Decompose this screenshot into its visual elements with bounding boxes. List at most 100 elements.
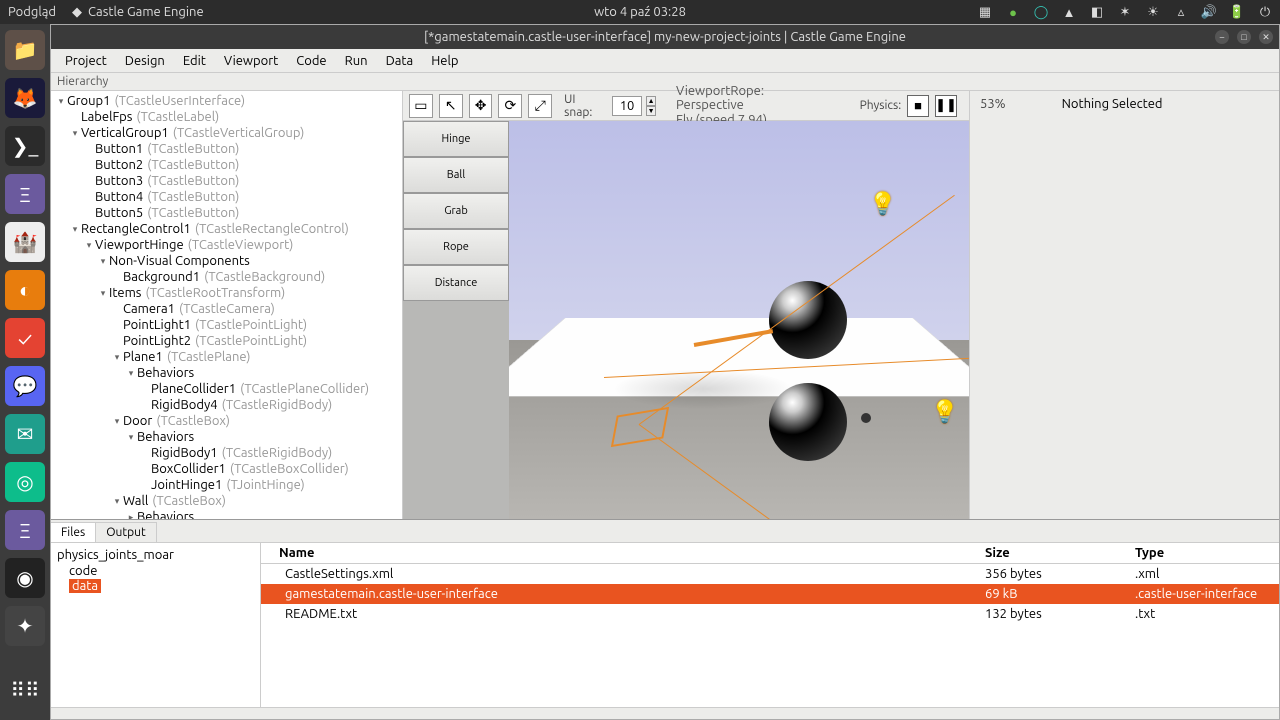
tree-expander-icon[interactable]: ▾: [69, 224, 81, 235]
file-list-header[interactable]: Name Size Type: [261, 543, 1279, 564]
tree-expander-icon[interactable]: ▾: [125, 368, 137, 379]
vp-button-grab[interactable]: Grab: [403, 193, 509, 229]
tree-expander-icon[interactable]: ▾: [83, 240, 95, 251]
tree-expander-icon[interactable]: ▾: [69, 128, 81, 139]
tree-node[interactable]: Button3(TCastleButton): [51, 173, 402, 189]
tree-node[interactable]: ▾Behaviors: [51, 429, 402, 445]
dock-emacs[interactable]: Ξ: [5, 174, 45, 214]
network-icon[interactable]: ▵: [1174, 5, 1188, 19]
dock-blender[interactable]: ◐: [5, 270, 45, 310]
tree-node[interactable]: RigidBody1(TCastleRigidBody): [51, 445, 402, 461]
dock-cge[interactable]: 🏰: [5, 222, 45, 262]
tray-icon[interactable]: ✶: [1118, 5, 1132, 19]
menu-run[interactable]: Run: [337, 51, 376, 71]
tree-node[interactable]: ▾Non-Visual Components: [51, 253, 402, 269]
col-size[interactable]: Size: [979, 543, 1129, 563]
dock-thunderbird[interactable]: ✉: [5, 414, 45, 454]
directory-tree[interactable]: physics_joints_moar code data: [51, 543, 261, 707]
menu-project[interactable]: Project: [57, 51, 115, 71]
tree-node[interactable]: Button4(TCastleButton): [51, 189, 402, 205]
tree-node[interactable]: BoxCollider1(TCastleBoxCollider): [51, 461, 402, 477]
uisnap-down[interactable]: ▼: [646, 106, 656, 116]
dock-obs[interactable]: ◉: [5, 558, 45, 598]
tree-expander-icon[interactable]: ▾: [125, 432, 137, 443]
dock-element[interactable]: ◎: [5, 462, 45, 502]
tray-icon[interactable]: ◧: [1090, 5, 1104, 19]
dir-root[interactable]: physics_joints_moar: [55, 547, 256, 563]
tree-node[interactable]: ▾Items(TCastleRootTransform): [51, 285, 402, 301]
tray-icon[interactable]: ◯: [1034, 5, 1048, 19]
vp-button-distance[interactable]: Distance: [403, 265, 509, 301]
power-icon[interactable]: ⏻: [1258, 5, 1272, 19]
minimize-button[interactable]: –: [1215, 30, 1229, 44]
tree-expander-icon[interactable]: ▾: [97, 288, 109, 299]
dock-apps-grid[interactable]: ⠿⠿: [5, 670, 45, 710]
file-row[interactable]: README.txt132 bytes.txt: [261, 604, 1279, 624]
close-button[interactable]: ✕: [1259, 30, 1273, 44]
uisnap-input[interactable]: [612, 96, 642, 116]
tree-node[interactable]: ▾RectangleControl1(TCastleRectangleContr…: [51, 221, 402, 237]
dock-firefox[interactable]: 🦊: [5, 78, 45, 118]
tab-files[interactable]: Files: [51, 522, 96, 542]
physics-stop-button[interactable]: ■: [907, 95, 929, 117]
physics-pause-button[interactable]: ❚❚: [935, 95, 957, 117]
tray-icon[interactable]: ☀: [1146, 5, 1160, 19]
tree-node[interactable]: ▾ViewportHinge(TCastleViewport): [51, 237, 402, 253]
tree-node[interactable]: PlaneCollider1(TCastlePlaneCollider): [51, 381, 402, 397]
file-row[interactable]: gamestatemain.castle-user-interface69 kB…: [261, 584, 1279, 604]
tree-node[interactable]: ▾Behaviors: [51, 365, 402, 381]
tree-expander-icon[interactable]: ▾: [111, 352, 123, 363]
dock-app2[interactable]: ✦: [5, 606, 45, 646]
tree-node[interactable]: Background1(TCastleBackground): [51, 269, 402, 285]
tray-icon[interactable]: ▦: [978, 5, 992, 19]
volume-icon[interactable]: 🔊: [1202, 5, 1216, 19]
dock-app[interactable]: Ξ: [5, 510, 45, 550]
tool-rect-select[interactable]: ▭: [409, 94, 433, 118]
hierarchy-tree[interactable]: ▾Group1(TCastleUserInterface)LabelFps(TC…: [51, 91, 403, 519]
tree-node[interactable]: ▾VerticalGroup1(TCastleVerticalGroup): [51, 125, 402, 141]
col-type[interactable]: Type: [1129, 543, 1279, 563]
dock-terminal[interactable]: ❯_: [5, 126, 45, 166]
menu-edit[interactable]: Edit: [175, 51, 214, 71]
tree-expander-icon[interactable]: ▾: [97, 256, 109, 267]
light-gizmo-icon[interactable]: 💡: [931, 399, 958, 425]
tree-node[interactable]: LabelFps(TCastleLabel): [51, 109, 402, 125]
tree-node[interactable]: PointLight1(TCastlePointLight): [51, 317, 402, 333]
dock-files[interactable]: 📁: [5, 30, 45, 70]
tree-node[interactable]: Button5(TCastleButton): [51, 205, 402, 221]
tool-cursor[interactable]: ↖: [439, 94, 463, 118]
tree-node[interactable]: JointHinge1(TJointHinge): [51, 477, 402, 493]
battery-icon[interactable]: 🔋: [1230, 5, 1244, 19]
tree-node[interactable]: ▸Behaviors: [51, 509, 402, 519]
tree-expander-icon[interactable]: ▾: [111, 416, 123, 427]
dir-data[interactable]: data: [69, 579, 101, 593]
tool-rotate[interactable]: ⟳: [498, 94, 522, 118]
dock-discord[interactable]: 💬: [5, 366, 45, 406]
col-name[interactable]: Name: [261, 543, 979, 563]
dock-todoist[interactable]: ✓: [5, 318, 45, 358]
tree-expander-icon[interactable]: ▾: [111, 496, 123, 507]
vp-button-hinge[interactable]: Hinge: [403, 121, 509, 157]
tree-node[interactable]: ▾Door(TCastleBox): [51, 413, 402, 429]
tree-node[interactable]: ▾Group1(TCastleUserInterface): [51, 93, 402, 109]
menu-viewport[interactable]: Viewport: [216, 51, 286, 71]
menu-help[interactable]: Help: [423, 51, 466, 71]
light-gizmo-icon[interactable]: 💡: [869, 191, 896, 217]
menu-code[interactable]: Code: [288, 51, 334, 71]
maximize-button[interactable]: □: [1237, 30, 1251, 44]
tree-node[interactable]: PointLight2(TCastlePointLight): [51, 333, 402, 349]
tree-expander-icon[interactable]: ▾: [55, 96, 67, 107]
tree-node[interactable]: ▾Wall(TCastleBox): [51, 493, 402, 509]
tray-icon[interactable]: ▲: [1062, 5, 1076, 19]
tool-scale[interactable]: ⤢: [528, 94, 552, 118]
tree-node[interactable]: Button2(TCastleButton): [51, 157, 402, 173]
file-row[interactable]: CastleSettings.xml356 bytes.xml: [261, 564, 1279, 584]
tree-node[interactable]: Button1(TCastleButton): [51, 141, 402, 157]
dir-code[interactable]: code: [55, 563, 256, 579]
viewport-3d-canvas[interactable]: 💡 💡: [509, 121, 969, 519]
tray-icon[interactable]: ●: [1006, 5, 1020, 19]
tab-output[interactable]: Output: [96, 522, 156, 542]
tree-node[interactable]: RigidBody4(TCastleRigidBody): [51, 397, 402, 413]
tool-move[interactable]: ✥: [469, 94, 493, 118]
menu-design[interactable]: Design: [117, 51, 173, 71]
